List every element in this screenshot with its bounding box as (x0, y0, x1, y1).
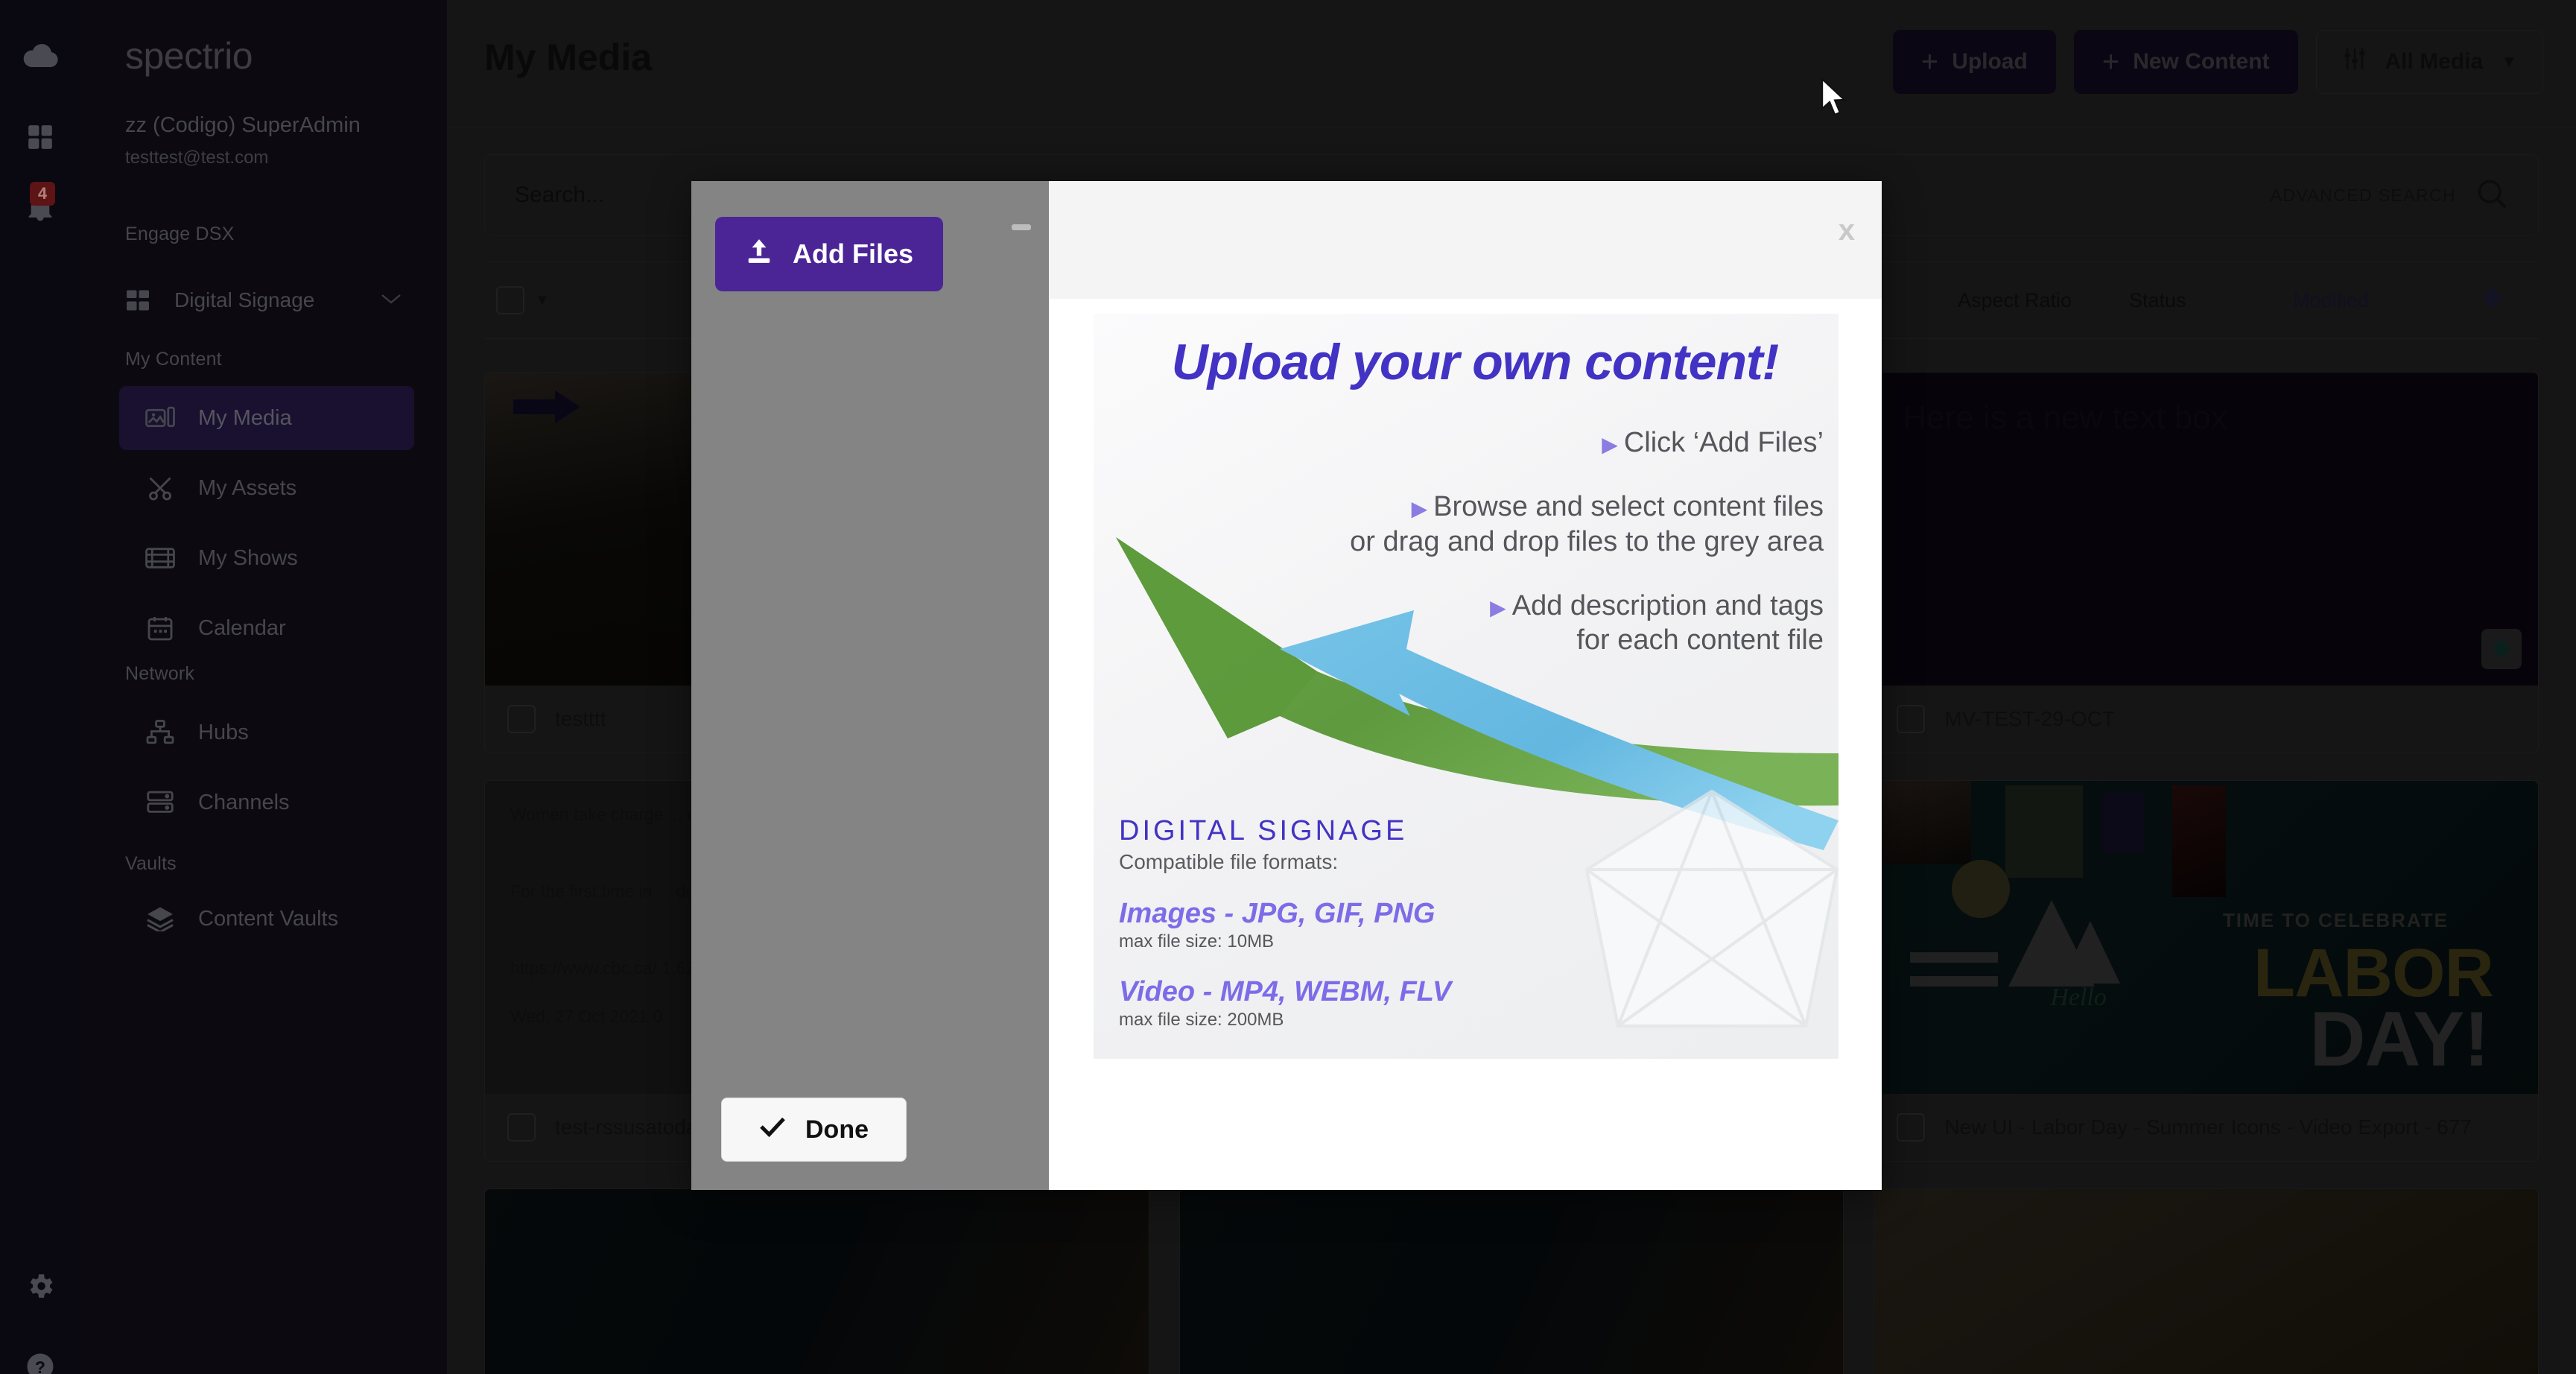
format-category: DIGITAL SIGNAGE (1119, 815, 1408, 846)
sidebar-item-label: My Shows (198, 545, 298, 570)
sidebar-item-my-assets[interactable]: My Assets (119, 456, 414, 520)
close-icon[interactable]: x (1839, 215, 1855, 245)
svg-text:?: ? (35, 1358, 45, 1374)
mouse-cursor (1821, 77, 1847, 116)
images-max-size: max file size: 10MB (1119, 931, 1275, 952)
app-root: 4 spectrio zz (Codigo) SuperAdmin testte… (0, 0, 2576, 1374)
promo-headline: Upload your own content! (1171, 334, 1780, 390)
sidebar-item-label: Content Vaults (198, 906, 339, 931)
add-files-label: Add Files (793, 238, 914, 269)
sidebar-item-label: My Assets (198, 475, 297, 500)
resize-handle[interactable] (1012, 224, 1031, 230)
done-label: Done (805, 1115, 869, 1144)
channels-icon (145, 787, 176, 818)
sidebar-item-label: Digital Signage (174, 288, 315, 311)
upload-icon (745, 237, 773, 272)
user-name: zz (Codigo) SuperAdmin (125, 113, 361, 137)
sidebar-item-label: Hubs (198, 720, 249, 744)
format-info: DIGITAL SIGNAGE Compatible file formats:… (1119, 815, 1596, 1030)
triangle-bullet-icon: ▶ (1602, 433, 1618, 456)
sidebar-item-label: My Media (198, 405, 292, 430)
images-formats: Images - JPG, GIF, PNG (1119, 898, 1435, 929)
video-max-size: max file size: 200MB (1119, 1010, 1284, 1030)
sidebar-item-label: Calendar (198, 615, 286, 640)
product-label: Engage DSX (125, 224, 235, 244)
add-files-button[interactable]: Add Files (715, 217, 944, 291)
upload-modal: Add Files Done x Upload your own content… (691, 181, 1882, 1190)
layers-icon (145, 903, 176, 934)
images-format-block: Images - JPG, GIF, PNG max file size: 10… (1119, 898, 1596, 952)
check-icon (759, 1115, 786, 1145)
video-format-block: Video - MP4, WEBM, FLV max file size: 20… (1119, 976, 1596, 1030)
done-button[interactable]: Done (721, 1098, 907, 1162)
cloud-icon (21, 36, 60, 75)
user-email: testtest@test.com (125, 148, 269, 168)
hubs-icon (145, 717, 176, 748)
notification-badge: 4 (30, 182, 55, 206)
sidebar-group-network: Network (125, 663, 195, 684)
sidebar-item-content-vaults[interactable]: Content Vaults (119, 887, 414, 951)
sidebar-group-my-content: My Content (125, 349, 222, 370)
brand-name: spectrio (125, 35, 253, 77)
modal-header: x (1049, 181, 1882, 299)
sidebar-item-my-shows[interactable]: My Shows (119, 526, 414, 590)
polygon-decoration-icon (1584, 789, 1839, 1028)
chevron-down-icon (380, 292, 402, 309)
sidebar-item-my-media[interactable]: My Media (119, 386, 414, 450)
gear-icon[interactable] (21, 1267, 60, 1305)
grid-icon (122, 285, 153, 316)
calendar-icon (145, 612, 176, 644)
grid-icon[interactable] (21, 118, 60, 156)
sidebar-item-digital-signage[interactable]: Digital Signage (122, 276, 420, 325)
promo-graphic: Upload your own content! ▶ Click ‘Add Fil… (1094, 314, 1839, 1059)
sidebar-group-vaults: Vaults (125, 853, 177, 874)
sidebar: 4 spectrio zz (Codigo) SuperAdmin testte… (0, 0, 447, 1374)
media-icon (145, 402, 176, 434)
sidebar-item-label: Channels (198, 790, 290, 814)
format-subtitle: Compatible file formats: (1119, 850, 1339, 873)
sidebar-item-hubs[interactable]: Hubs (119, 700, 414, 764)
sidebar-item-calendar[interactable]: Calendar (119, 596, 414, 660)
triangle-bullet-icon: ▶ (1411, 497, 1428, 521)
assets-icon (145, 472, 176, 504)
help-icon[interactable]: ? (21, 1347, 60, 1374)
upload-modal-body: x Upload your own content! ▶ Click ‘Add F… (1049, 181, 1882, 1190)
video-formats: Video - MP4, WEBM, FLV (1119, 976, 1452, 1007)
upload-dropzone[interactable]: Add Files Done (691, 181, 1049, 1190)
sidebar-item-channels[interactable]: Channels (119, 770, 414, 835)
shows-icon (145, 542, 176, 574)
promo-bullet-1: ▶ Click ‘Add Files’ (1602, 427, 1824, 458)
